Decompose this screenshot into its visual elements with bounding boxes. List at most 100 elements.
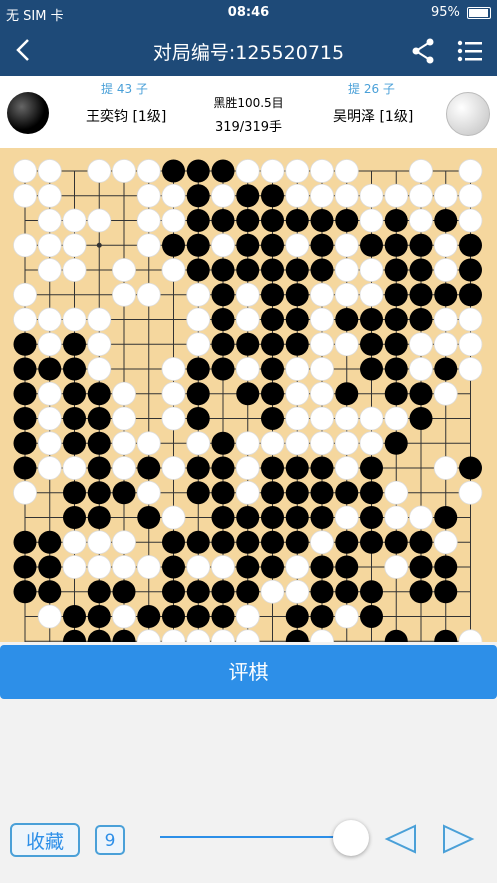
black-stone (63, 382, 86, 406)
black-stone (434, 357, 458, 381)
step-number-button[interactable]: 9 (95, 825, 125, 855)
black-stone (211, 530, 235, 554)
black-stone (63, 629, 86, 642)
black-stone (211, 258, 235, 282)
black-stone (434, 555, 458, 579)
menu-list-icon[interactable] (457, 40, 483, 66)
black-stone (63, 431, 86, 455)
battery-text: 95% (430, 5, 460, 20)
black-stone (310, 605, 334, 628)
white-stone (13, 233, 37, 258)
white-stone-icon (446, 92, 490, 136)
review-button[interactable]: 评棋 (0, 645, 497, 699)
white-stone (161, 258, 186, 282)
black-stone (13, 580, 37, 604)
black-stone (137, 605, 161, 628)
white-stone (384, 555, 409, 579)
white-stone (285, 431, 310, 456)
progress-track (160, 836, 345, 838)
white-stone (260, 159, 285, 183)
white-stone (112, 604, 136, 629)
white-stone (285, 159, 310, 183)
white-stone (359, 282, 384, 307)
black-stone (236, 506, 260, 529)
white-stone (310, 357, 334, 381)
black-stone (211, 456, 235, 480)
white-stone (136, 233, 161, 258)
white-stone (433, 183, 458, 208)
white-stone (285, 233, 310, 258)
white-stone (161, 357, 186, 381)
black-stone (87, 580, 111, 604)
playback-controls: 收藏 9 (0, 810, 497, 870)
white-stone (211, 183, 235, 208)
black-stone (285, 308, 309, 331)
white-stone (112, 381, 136, 406)
black-stone (186, 481, 210, 505)
white-stone (87, 555, 112, 579)
black-stone (162, 233, 185, 257)
black-stone (384, 209, 408, 232)
black-stone (87, 481, 111, 505)
black-stone (434, 580, 458, 604)
move-count: 319/319手 (214, 120, 282, 135)
star-point (96, 242, 102, 248)
previous-move-icon[interactable] (383, 824, 419, 858)
black-stone (112, 481, 136, 505)
white-stone (37, 208, 62, 233)
white-stone (186, 332, 211, 357)
black-stone (285, 506, 309, 529)
battery-icon (467, 6, 491, 19)
share-icon[interactable] (411, 38, 435, 68)
white-stone (285, 406, 310, 431)
white-stone (186, 555, 211, 579)
white-stone (186, 282, 211, 307)
black-stone (384, 283, 408, 307)
black-stone (310, 580, 334, 604)
white-stone (384, 183, 409, 208)
white-stone (433, 332, 458, 357)
black-stone (261, 258, 284, 282)
white-stone (409, 505, 433, 530)
white-stone (87, 530, 112, 555)
white-stone (409, 332, 433, 357)
black-stone (87, 605, 111, 628)
white-stone (161, 505, 186, 530)
black-stone (13, 555, 37, 579)
go-board[interactable] (0, 148, 497, 642)
white-stone (62, 530, 87, 555)
white-stone (13, 183, 37, 208)
black-stone (211, 580, 235, 604)
black-stone (409, 382, 433, 406)
player-info-panel: 提 43 子 王奕钧 [1级] 黑胜100.5目 319/319手 提 26 子… (0, 76, 497, 148)
progress-slider-thumb[interactable] (333, 820, 369, 856)
black-stone (285, 258, 309, 282)
white-stone (13, 282, 37, 307)
white-stone (310, 629, 334, 642)
black-stone (310, 456, 334, 480)
black-stone (87, 629, 111, 642)
black-stone (211, 209, 235, 232)
black-stone (236, 332, 260, 356)
game-result: 黑胜100.5目 (213, 96, 284, 110)
black-stone (236, 209, 260, 232)
black-stone (409, 233, 433, 257)
favorite-button[interactable]: 收藏 (10, 823, 80, 857)
next-move-icon[interactable] (440, 824, 476, 858)
black-stone (360, 332, 383, 356)
black-stone (384, 431, 408, 455)
white-stone (161, 183, 186, 208)
black-stone (236, 233, 260, 257)
white-stone (384, 505, 409, 530)
black-stone (335, 580, 359, 604)
white-stone (235, 357, 260, 381)
white-stone (37, 183, 62, 208)
white-stone (62, 307, 87, 332)
white-stone (458, 332, 483, 357)
black-stone (261, 506, 284, 529)
black-stone (384, 530, 408, 554)
white-stone (433, 307, 458, 332)
black-stone (434, 283, 458, 307)
black-stone (211, 431, 235, 455)
black-stone (384, 258, 408, 282)
